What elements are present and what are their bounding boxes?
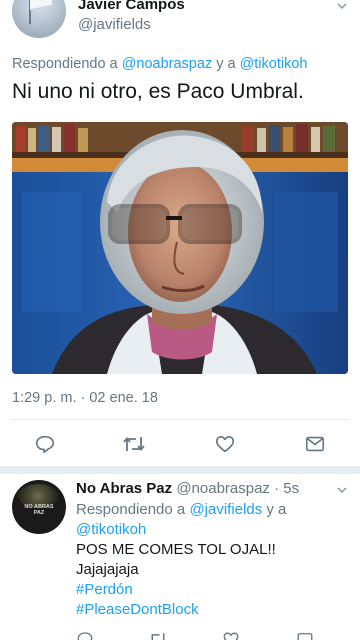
reply-tweet[interactable]: NO ABRAS PAZ No Abras Paz @noabraspaz · … [0,474,360,640]
main-tweet: Javier Campos @javifields Respondiendo a… [0,0,360,468]
like-icon[interactable] [222,630,240,640]
retweet-icon[interactable] [148,630,168,640]
tweet-timestamp[interactable]: 1:29 p. m. · 02 ene. 18 [12,390,158,406]
author-avatar[interactable] [12,0,66,38]
reply-icon[interactable] [76,630,94,640]
reply-author-avatar[interactable]: NO ABRAS PAZ [12,480,66,534]
mention-link-2[interactable]: @tikotikoh [240,56,308,72]
replying-prefix: Respondiendo a [76,501,186,518]
author-handle[interactable]: @javifields [78,16,151,33]
avatar-logo-text: NO ABRAS PAZ [24,504,54,516]
reply-author-handle[interactable]: @noabraspaz [176,480,270,497]
message-icon [305,436,325,452]
reply-line-1: POS ME COMES TOL OJAL!! [76,541,276,558]
hashtag-link-2[interactable]: #PleaseDontBlock [76,600,276,620]
mention-link-2[interactable]: @tikotikoh [76,521,146,538]
reply-time: · 5s [274,480,300,497]
reply-tweet-actions [60,626,360,640]
message-button[interactable] [301,430,329,458]
retweet-icon [123,437,145,451]
mention-link-1[interactable]: @noabraspaz [122,56,213,72]
like-icon [215,436,235,453]
replying-prefix: Respondiendo a [12,56,118,72]
like-button[interactable] [211,430,239,458]
reply-icon [35,435,55,454]
replying-joiner: y a [266,501,287,518]
reply-header: No Abras Paz @noabraspaz · 5s [76,480,299,497]
replying-to: Respondiendo a @noabraspaz y a @tikotiko… [12,56,307,72]
tweet-actions [0,430,360,460]
tweet-divider [0,466,360,474]
author-name[interactable]: Javier Campos [78,0,185,13]
reply-author-name[interactable]: No Abras Paz [76,480,172,497]
separator [12,419,348,420]
reply-button[interactable] [31,430,59,458]
reply-text: POS ME COMES TOL OJAL!! Jajajajaja #Perd… [76,540,276,620]
retweet-button[interactable] [120,430,148,458]
chevron-down-icon[interactable] [336,0,348,12]
replying-joiner: y a [216,56,236,72]
chevron-down-icon[interactable] [336,484,348,496]
reply-line-2: Jajajajaja [76,561,139,578]
message-icon[interactable] [296,630,314,640]
tweet-photo[interactable] [12,122,348,374]
replying-to: Respondiendo a @javifields y a @tikotiko… [76,500,351,540]
tweet-text: Ni uno ni otro, es Paco Umbral. [12,80,304,103]
hashtag-link-1[interactable]: #Perdón [76,580,276,600]
mention-link-1[interactable]: @javifields [189,501,262,518]
